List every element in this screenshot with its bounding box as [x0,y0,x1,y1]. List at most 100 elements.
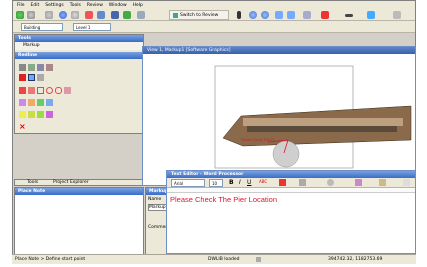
font-combo[interactable]: Arial [171,179,205,187]
markup-pen-icon[interactable] [85,11,93,19]
text-editor-title: Text Editor - Word Processor [167,171,415,178]
edit-icon[interactable] [46,64,53,71]
rectangle-tool-icon[interactable] [37,87,44,94]
menu-tools[interactable]: Tools [70,3,81,8]
bold-icon[interactable]: B [229,179,234,186]
menu-help[interactable]: Help [133,3,143,8]
copy-icon[interactable] [37,64,44,71]
text-editor-body[interactable]: Please Check The Pier Location [167,193,415,206]
coordinates-readout: 394742.32, 1182753.69 [328,257,383,262]
main-toolbar: Switch to Review [13,9,415,21]
back-icon[interactable] [16,11,24,19]
paste-icon[interactable] [379,179,386,186]
note-icon[interactable] [28,74,35,81]
text-editor-toolbar: Arial 10 B I U ABC [167,178,415,188]
menu-review[interactable]: Review [87,3,103,8]
model-combo[interactable]: Building [21,23,63,31]
dwlib-status: DWLIB loaded [208,257,240,262]
tool-row-4 [19,99,53,107]
select-icon[interactable] [19,64,26,71]
markup-label: Markup [23,43,40,48]
underline-icon[interactable]: U [247,179,251,186]
view-window[interactable]: View 1, Markup1 [Software Graphics] Plea… [142,46,416,186]
table-icon[interactable] [137,11,145,19]
insert-symbol-icon[interactable] [299,179,306,186]
place-note-title: Place Note [15,188,143,195]
menu-edit[interactable]: Edit [31,3,40,8]
switch-to-review-button[interactable]: Switch to Review [169,10,229,20]
fill-1-icon[interactable] [19,111,26,118]
info-icon[interactable] [59,11,67,19]
building-facade [243,118,403,126]
secondary-toolbar: Building Level 1 [13,21,415,33]
tool-row-3 [19,87,71,95]
cloud-tool-icon[interactable] [55,87,62,94]
status-message: Place Note > Define start point [15,257,86,262]
font-color-icon[interactable] [279,179,286,186]
tool-row-5 [19,111,53,119]
menu-settings[interactable]: Settings [45,3,63,8]
weight-icon[interactable] [367,11,375,19]
spell-check-icon[interactable]: ABC [259,179,267,184]
markup-row[interactable]: Markup [15,42,143,50]
circle-tool-icon[interactable] [46,87,53,94]
line-tool-icon[interactable] [19,87,26,94]
close-editor-icon[interactable] [403,179,410,186]
pier-circle[interactable] [272,140,300,168]
lock-icon [256,257,261,262]
tab-tools[interactable]: Tools [27,180,38,185]
highlight-pen-4-icon[interactable] [46,99,53,106]
grid-icon[interactable] [111,11,119,19]
refresh-icon[interactable] [261,11,269,19]
switch-label: Switch to Review [180,12,219,18]
undo-icon[interactable] [45,11,53,19]
text-icon[interactable] [19,74,26,81]
panel-tabs: Tools Project Explorer [14,179,144,186]
line-icon[interactable] [345,14,353,17]
level-combo[interactable]: Level 1 [73,23,111,31]
view-title: View 1, Markup1 [Software Graphics] [143,47,415,54]
delete-icon[interactable]: × [19,123,26,131]
highlight-pen-2-icon[interactable] [28,99,35,106]
menu-window[interactable]: Window [109,3,127,8]
review-icon [173,12,178,18]
highlight-pen-1-icon[interactable] [19,99,26,106]
fill-4-icon[interactable] [46,111,53,118]
menu-file[interactable]: File [17,3,25,8]
help-icon[interactable] [71,11,79,19]
pencil-tool-icon[interactable] [64,87,71,94]
cursor-icon[interactable] [237,11,241,19]
tools-panel: Tools Markup Redline × [14,34,144,134]
tool-row-2 [19,74,44,82]
place-note-panel: Place Note [14,187,144,255]
arc-tool-icon[interactable] [28,87,35,94]
forward-icon[interactable] [27,11,35,19]
view-icon[interactable] [275,11,283,19]
cube-icon[interactable] [123,11,131,19]
fill-2-icon[interactable] [28,111,35,118]
settings-icon[interactable] [393,11,401,19]
fit-icon[interactable] [287,11,295,19]
redline-title: Redline [15,52,143,59]
model-viewport[interactable]: Please Check The Pi... [143,54,415,186]
text-editor-window[interactable]: Text Editor - Word Processor Arial 10 B … [166,170,416,254]
stamp-icon[interactable] [37,74,44,81]
insert-field-icon[interactable] [327,179,334,186]
size-combo[interactable]: 10 [209,179,223,187]
tab-project-explorer[interactable]: Project Explorer [53,180,89,185]
fill-3-icon[interactable] [37,111,44,118]
color-icon[interactable] [321,11,329,19]
highlight-pen-3-icon[interactable] [37,99,44,106]
rotate-icon[interactable] [249,11,257,19]
italic-icon[interactable]: I [239,179,241,186]
tool-row-6: × [19,123,26,131]
markup-note-text[interactable]: Please Check The Pi... [241,138,277,142]
fraction-icon[interactable] [355,179,362,186]
tool-row-1 [19,64,53,72]
status-bar: Place Note > Define start point DWLIB lo… [12,254,416,264]
tools-panel-title: Tools [15,35,143,42]
menu-bar: File Edit Settings Tools Review Window H… [13,1,415,9]
display-icon[interactable] [303,11,311,19]
layers-icon[interactable] [97,11,105,19]
move-icon[interactable] [28,64,35,71]
